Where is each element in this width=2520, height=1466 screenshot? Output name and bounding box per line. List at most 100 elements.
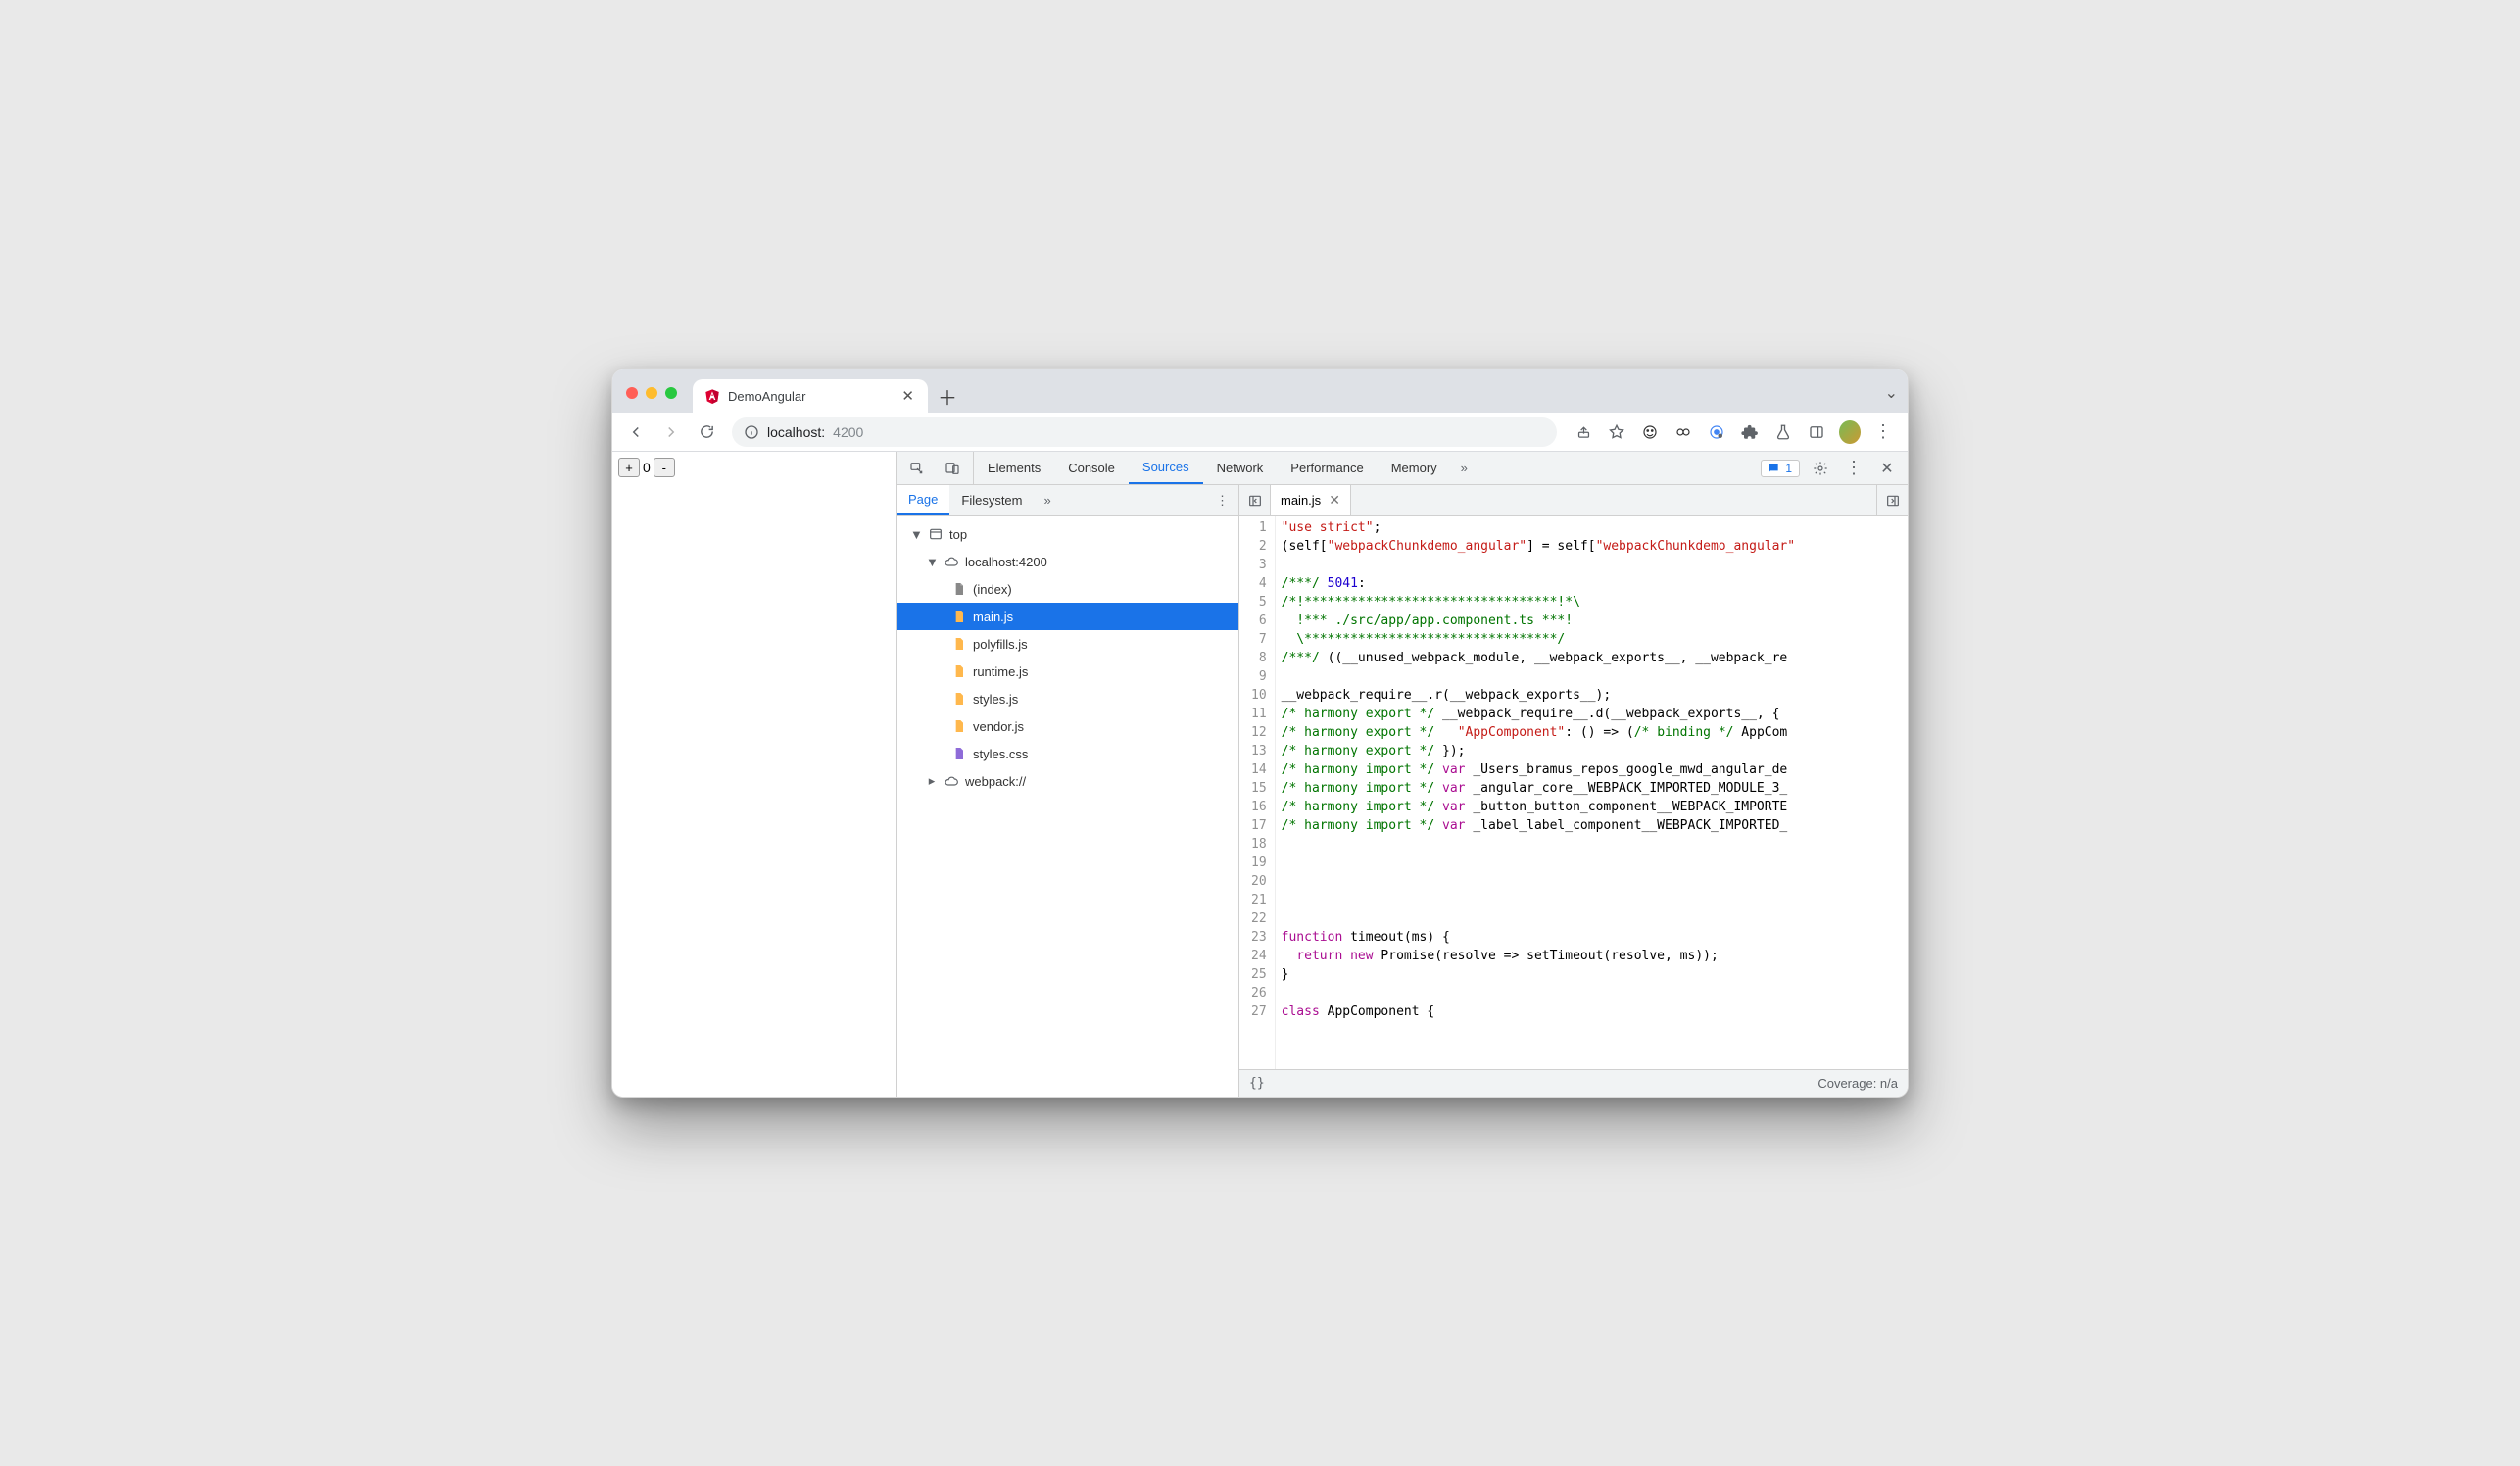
devtools-tab-console[interactable]: Console — [1054, 452, 1129, 484]
address-input[interactable]: localhost: 4200 — [732, 417, 1557, 447]
devtools-tab-sources[interactable]: Sources — [1129, 452, 1203, 484]
editor-tab[interactable]: main.js ✕ — [1271, 485, 1351, 515]
sources-editor: main.js ✕ 123456789101112131415161718192… — [1239, 485, 1908, 1097]
file-icon — [951, 718, 967, 734]
sources-navigator: PageFilesystem » ⋮ ▼ top ▼ lo — [897, 485, 1239, 1097]
extension-icon-1[interactable] — [1639, 421, 1661, 443]
counter-value: 0 — [640, 460, 654, 475]
devtools-settings-icon[interactable] — [1808, 456, 1833, 481]
counter-widget: + 0 - — [618, 458, 675, 477]
maximize-window-button[interactable] — [665, 387, 677, 399]
editor-statusbar: {} Coverage: n/a — [1239, 1069, 1908, 1097]
tree-label: styles.js — [973, 692, 1018, 707]
side-panel-icon[interactable] — [1806, 421, 1827, 443]
sources-panel: PageFilesystem » ⋮ ▼ top ▼ lo — [897, 485, 1908, 1097]
page-viewport: + 0 - — [612, 452, 897, 1097]
file-icon — [951, 746, 967, 761]
code-editor[interactable]: 1234567891011121314151617181920212223242… — [1239, 516, 1908, 1069]
devtools-tab-network[interactable]: Network — [1203, 452, 1278, 484]
devtools-tab-elements[interactable]: Elements — [974, 452, 1054, 484]
increment-button[interactable]: + — [618, 458, 640, 477]
labs-icon[interactable] — [1772, 421, 1794, 443]
devtools-tab-performance[interactable]: Performance — [1277, 452, 1377, 484]
editor-tab-title: main.js — [1281, 493, 1321, 508]
devtools-menu-icon[interactable]: ⋮ — [1841, 456, 1866, 481]
navigator-more-tabs[interactable]: » — [1035, 485, 1061, 515]
file-icon — [951, 581, 967, 597]
tree-file[interactable]: styles.js — [897, 685, 1238, 712]
editor-tabbar: main.js ✕ — [1239, 485, 1908, 516]
issues-count: 1 — [1785, 462, 1792, 475]
angular-icon — [704, 388, 720, 404]
content-area: + 0 - ElementsConsoleSourcesNetworkPerfo… — [612, 452, 1908, 1097]
bookmark-icon[interactable] — [1606, 421, 1627, 443]
collapse-debugger-icon[interactable] — [1876, 485, 1908, 515]
file-icon — [951, 691, 967, 707]
tree-label: webpack:// — [965, 774, 1026, 789]
code-lines: "use strict";(self["webpackChunkdemo_ang… — [1276, 516, 1908, 1069]
tree-file[interactable]: vendor.js — [897, 712, 1238, 740]
collapse-navigator-icon[interactable] — [1239, 485, 1271, 515]
tree-file[interactable]: polyfills.js — [897, 630, 1238, 658]
tree-file[interactable]: styles.css — [897, 740, 1238, 767]
tree-label: main.js — [973, 610, 1013, 624]
share-icon[interactable] — [1573, 421, 1594, 443]
browser-window: DemoAngular ✕ ＋ ⌄ localhost: 4200 ⋮ — [611, 368, 1909, 1098]
inspect-element-icon[interactable] — [904, 456, 930, 481]
coverage-status: Coverage: n/a — [1817, 1076, 1898, 1091]
tree-file[interactable]: (index) — [897, 575, 1238, 603]
close-window-button[interactable] — [626, 387, 638, 399]
devtools-more-tabs[interactable]: » — [1451, 452, 1478, 484]
pretty-print-icon[interactable]: {} — [1249, 1076, 1265, 1091]
profile-avatar[interactable] — [1839, 421, 1861, 443]
tab-close-icon[interactable]: ✕ — [901, 387, 914, 405]
reload-button[interactable] — [691, 416, 722, 448]
editor-tab-close-icon[interactable]: ✕ — [1329, 492, 1340, 509]
decrement-button[interactable]: - — [654, 458, 675, 477]
navigator-tab-filesystem[interactable]: Filesystem — [949, 485, 1034, 515]
url-host: localhost: — [767, 424, 825, 440]
devtools-tabbar: ElementsConsoleSourcesNetworkPerformance… — [897, 452, 1908, 485]
tree-file[interactable]: main.js — [897, 603, 1238, 630]
address-bar: localhost: 4200 ⋮ — [612, 413, 1908, 452]
line-gutter: 1234567891011121314151617181920212223242… — [1239, 516, 1276, 1069]
back-button[interactable] — [620, 416, 652, 448]
tree-label: localhost:4200 — [965, 555, 1047, 569]
devtools-tab-memory[interactable]: Memory — [1378, 452, 1451, 484]
navigator-tabbar: PageFilesystem » ⋮ — [897, 485, 1238, 516]
extensions-icon[interactable] — [1739, 421, 1761, 443]
file-icon — [951, 663, 967, 679]
new-tab-button[interactable]: ＋ — [934, 382, 961, 410]
file-icon — [951, 609, 967, 624]
frame-icon — [928, 526, 944, 542]
tree-label: polyfills.js — [973, 637, 1028, 652]
site-info-icon[interactable] — [744, 424, 759, 440]
tree-webpack[interactable]: ▸ webpack:// — [897, 767, 1238, 795]
navigator-menu-icon[interactable]: ⋮ — [1206, 485, 1238, 515]
url-port: 4200 — [833, 424, 863, 440]
browser-menu-icon[interactable]: ⋮ — [1872, 421, 1894, 443]
tree-file[interactable]: runtime.js — [897, 658, 1238, 685]
devtools-close-icon[interactable]: ✕ — [1874, 456, 1900, 481]
window-controls — [626, 387, 687, 413]
extension-icon-2[interactable] — [1672, 421, 1694, 443]
tabs-dropdown-button[interactable]: ⌄ — [1885, 383, 1898, 413]
cloud-icon — [944, 554, 959, 569]
tree-label: (index) — [973, 582, 1012, 597]
tree-label: styles.css — [973, 747, 1028, 761]
tree-label: vendor.js — [973, 719, 1024, 734]
minimize-window-button[interactable] — [646, 387, 657, 399]
tree-label: runtime.js — [973, 664, 1028, 679]
cloud-icon — [944, 773, 959, 789]
forward-button[interactable] — [655, 416, 687, 448]
issues-button[interactable]: 1 — [1761, 460, 1800, 477]
tree-origin[interactable]: ▼ localhost:4200 — [897, 548, 1238, 575]
devtools-panel: ElementsConsoleSourcesNetworkPerformance… — [897, 452, 1908, 1097]
tree-top-frame[interactable]: ▼ top — [897, 520, 1238, 548]
extension-icon-3[interactable] — [1706, 421, 1727, 443]
device-toolbar-icon[interactable] — [940, 456, 965, 481]
browser-tab-title: DemoAngular — [728, 389, 806, 404]
navigator-tab-page[interactable]: Page — [897, 485, 949, 515]
browser-tab[interactable]: DemoAngular ✕ — [693, 379, 928, 413]
file-icon — [951, 636, 967, 652]
